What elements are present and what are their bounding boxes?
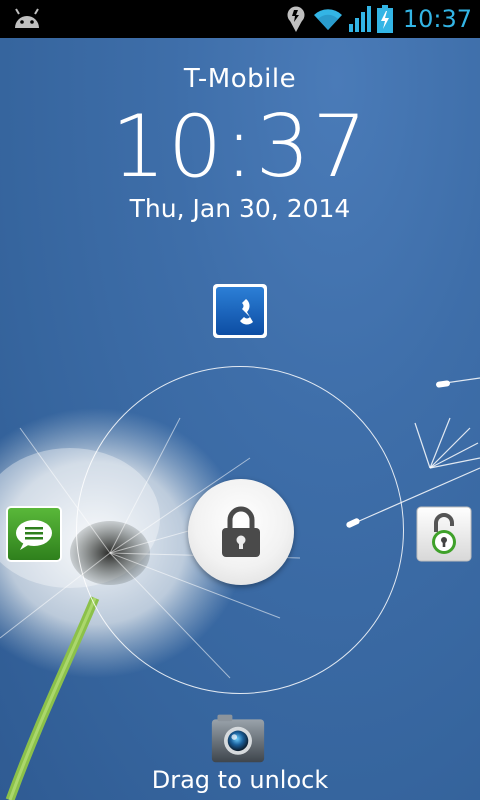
lockscreen-date: Thu, Jan 30, 2014 bbox=[129, 194, 351, 223]
location-icon bbox=[287, 6, 305, 32]
battery-charging-icon bbox=[376, 5, 393, 33]
status-bar-time: 10:37 bbox=[402, 5, 472, 33]
wifi-icon bbox=[313, 9, 342, 31]
camera-icon[interactable] bbox=[210, 710, 266, 766]
status-bar: 10:37 bbox=[0, 0, 480, 38]
lock-icon bbox=[222, 506, 260, 557]
lock-handle[interactable] bbox=[188, 479, 294, 585]
unlock-icon[interactable] bbox=[416, 506, 472, 562]
drag-to-unlock-hint: Drag to unlock bbox=[151, 766, 329, 794]
lockscreen-clock: 10:37 bbox=[111, 97, 369, 197]
android-debug-icon bbox=[15, 8, 39, 28]
messaging-icon[interactable] bbox=[6, 506, 62, 562]
carrier-label: T-Mobile bbox=[183, 64, 297, 94]
signal-icon bbox=[348, 6, 371, 32]
phone-icon[interactable] bbox=[212, 283, 268, 339]
